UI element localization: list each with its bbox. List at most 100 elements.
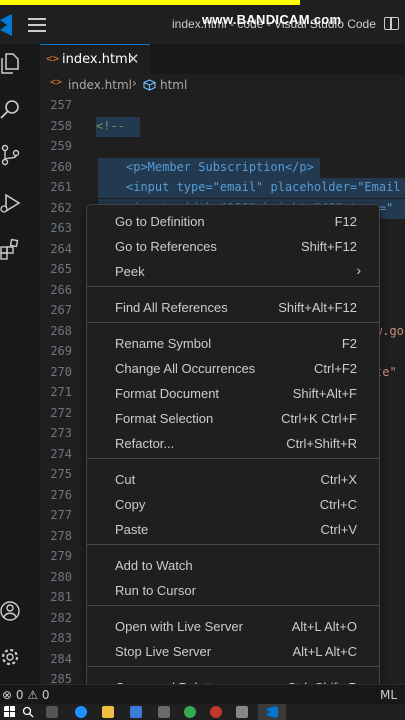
line-number: 274 — [50, 446, 72, 461]
tab-label: index.html — [62, 52, 132, 67]
line-number: 281 — [50, 590, 72, 604]
menu-item-go-to-definition[interactable]: Go to Definition F12 — [91, 209, 375, 234]
menu-item-label: Refactor... — [115, 436, 175, 451]
menu-separator — [87, 458, 379, 459]
line-number: 269 — [50, 344, 72, 358]
menu-item-label: Rename Symbol — [115, 336, 212, 351]
line-number: 284 — [50, 651, 72, 666]
line-number: 262 — [50, 200, 72, 215]
account-icon[interactable] — [0, 600, 22, 622]
menu-item-shortcut: F2 — [341, 336, 357, 351]
vscode-logo-icon — [0, 14, 12, 36]
menu-item-format-document[interactable]: Format Document Shift+Alt+F — [91, 381, 375, 406]
menu-item-label: Format Selection — [115, 411, 214, 426]
line-number: 282 — [50, 610, 72, 625]
line-number: 264 — [50, 241, 72, 256]
vscode-taskbar-icon[interactable] — [266, 706, 278, 718]
menu-item-paste[interactable]: Paste Ctrl+V — [91, 517, 375, 542]
line-number: 278 — [50, 528, 72, 543]
line-number: 259 — [50, 139, 72, 153]
line-number: 283 — [50, 631, 72, 645]
menu-item-go-to-references[interactable]: Go to References Shift+F12 — [91, 234, 375, 259]
code-text: <input type="email" placeholder="Email — [126, 180, 401, 194]
task-view-icon[interactable] — [46, 706, 58, 718]
file-explorer-icon[interactable] — [102, 706, 114, 718]
chevron-right-icon: › — [356, 262, 361, 278]
line-number: 260 — [50, 159, 72, 174]
menu-item-run-to-cursor[interactable]: Run to Cursor — [91, 578, 375, 603]
line-number: 275 — [50, 467, 72, 481]
chrome-browser-icon[interactable] — [184, 706, 196, 718]
menu-item-open-with-live-server[interactable]: Open with Live Server Alt+L Alt+O — [91, 614, 375, 639]
toggle-sidebar-icon[interactable] — [384, 17, 399, 30]
line-number: 267 — [50, 303, 72, 317]
problems-status[interactable]: ⊗ 0 ⚠ 0 — [2, 688, 50, 702]
recorder-icon[interactable] — [210, 706, 222, 718]
line-number: 268 — [50, 323, 72, 338]
line-number: 276 — [50, 487, 72, 502]
line-number: 272 — [50, 405, 72, 420]
code-line[interactable]: 258 <!-- — [40, 116, 405, 137]
close-icon[interactable]: ✕ — [127, 50, 140, 68]
settings-gear-icon[interactable] — [0, 646, 22, 668]
code-text: <p>Member Subscription</p> — [126, 159, 314, 174]
menu-item-shortcut: Ctrl+F2 — [314, 361, 357, 376]
menu-item-change-all-occurrences[interactable]: Change All Occurrences Ctrl+F2 — [91, 356, 375, 381]
menu-item-add-to-watch[interactable]: Add to Watch — [91, 553, 375, 578]
app-icon[interactable] — [158, 706, 170, 718]
code-line[interactable]: 261 <input type="email" placeholder="Emai… — [40, 178, 405, 198]
breadcrumb-element[interactable]: html — [160, 78, 187, 92]
search-icon[interactable] — [0, 98, 22, 120]
line-number: 271 — [50, 385, 72, 399]
html-file-icon: <> — [50, 77, 63, 88]
menu-item-shortcut: F12 — [334, 214, 357, 229]
code-line[interactable]: 257 — [40, 96, 405, 116]
menu-item-stop-live-server[interactable]: Stop Live Server Alt+L Alt+C — [91, 639, 375, 664]
run-debug-icon[interactable] — [0, 192, 22, 214]
source-control-icon[interactable] — [0, 144, 22, 166]
search-icon[interactable] — [22, 706, 34, 718]
breadcrumb: <> index.html › html — [40, 74, 405, 96]
line-number: 258 — [50, 118, 72, 133]
menu-item-find-all-references[interactable]: Find All References Shift+Alt+F12 — [91, 295, 375, 320]
tab-bar: <> index.html ✕ — [40, 44, 405, 74]
edge-browser-icon[interactable] — [75, 706, 87, 718]
menu-item-cut[interactable]: Cut Ctrl+X — [91, 467, 375, 492]
recording-strip — [0, 0, 300, 5]
line-number: 257 — [50, 98, 72, 112]
menu-item-rename-symbol[interactable]: Rename Symbol F2 — [91, 331, 375, 356]
menu-item-shortcut: Ctrl+C — [319, 497, 357, 512]
menu-item-format-selection[interactable]: Format Selection Ctrl+K Ctrl+F — [91, 406, 375, 431]
menu-separator — [87, 286, 379, 287]
menu-item-shortcut: Alt+L Alt+C — [292, 644, 357, 659]
menu-item-shortcut: Shift+F12 — [300, 239, 357, 254]
line-number: 270 — [50, 364, 72, 379]
extensions-icon[interactable] — [0, 238, 22, 260]
tab-index-html[interactable]: <> index.html ✕ — [40, 44, 150, 74]
code-line[interactable]: 260 <p>Member Subscription</p> — [40, 157, 405, 178]
explorer-icon[interactable] — [0, 52, 22, 74]
recording-watermark: www.BANDICAM.com — [202, 12, 342, 27]
menu-item-refactor[interactable]: Refactor... Ctrl+Shift+R — [91, 431, 375, 456]
app-icon[interactable] — [236, 706, 248, 718]
language-mode[interactable]: ML — [380, 688, 397, 702]
menu-item-peek[interactable]: Peek › — [91, 259, 375, 284]
windows-start-icon[interactable] — [4, 706, 16, 718]
menu-item-shortcut: Shift+Alt+F12 — [278, 300, 357, 315]
line-number: 277 — [50, 508, 72, 522]
breadcrumb-file[interactable]: index.html — [68, 78, 132, 92]
menu-separator — [87, 666, 379, 667]
title-bar: index.html - code - Visual Studio Code w… — [0, 0, 405, 44]
menu-item-shortcut: Shift+Alt+F — [292, 386, 357, 401]
menu-item-shortcut: Ctrl+Shift+R — [286, 436, 357, 451]
code-line[interactable]: 259 — [40, 137, 405, 157]
line-number: 279 — [50, 549, 72, 563]
menu-item-label: Find All References — [115, 300, 228, 315]
menu-item-label: Paste — [115, 522, 149, 537]
menu-item-shortcut: Ctrl+K Ctrl+F — [281, 411, 357, 426]
menu-item-copy[interactable]: Copy Ctrl+C — [91, 492, 375, 517]
menu-icon[interactable] — [28, 18, 46, 32]
menu-item-label: Add to Watch — [115, 558, 193, 573]
store-icon[interactable] — [130, 706, 142, 718]
menu-item-label: Format Document — [115, 386, 220, 401]
